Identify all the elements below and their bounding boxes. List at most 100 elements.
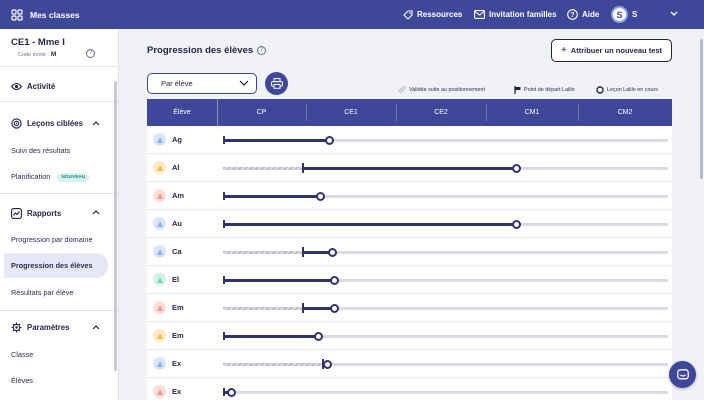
sidebar-item-planification[interactable]: Planification NOUVEAU	[11, 172, 90, 182]
avatar-shape	[156, 304, 163, 311]
table-row[interactable]: Em	[147, 294, 672, 322]
hatch-icon	[398, 86, 406, 93]
table-row[interactable]: Ex	[147, 378, 672, 400]
circle-icon	[596, 86, 604, 94]
school-code-value: M	[50, 51, 57, 58]
add-test-button[interactable]: + Attribuer un nouveau test	[551, 39, 672, 62]
table-row[interactable]: Au	[147, 210, 672, 238]
progress-fill	[223, 195, 321, 198]
class-selector[interactable]: CE1 - Mme I	[11, 37, 65, 48]
sidebar: CE1 - Mme I Code école :M ? Activité Leç…	[0, 29, 119, 400]
sidebar-item-suivi[interactable]: Suivi des résultats	[11, 146, 70, 155]
sidebar-item-activite[interactable]: Activité	[11, 82, 55, 91]
student-name[interactable]: El	[172, 275, 179, 284]
nav-invitation[interactable]: Invitation familles	[474, 10, 557, 19]
progress-fill	[223, 279, 335, 282]
sidebar-item-classe[interactable]: Classe	[11, 350, 33, 359]
student-avatar	[153, 385, 166, 398]
student-name[interactable]: Ag	[172, 135, 182, 144]
top-bar: Mes classes Ressources Invitation famill…	[0, 0, 704, 29]
table-row[interactable]: El	[147, 266, 672, 294]
current-lesson-marker[interactable]	[316, 192, 326, 201]
avatar-shape	[156, 360, 163, 367]
current-lesson-marker[interactable]	[325, 136, 335, 145]
current-lesson-marker[interactable]	[512, 164, 522, 173]
page-title: Progression des élèves?	[147, 45, 267, 56]
sidebar-section-lecons[interactable]: Leçons ciblées	[11, 118, 83, 129]
current-lesson-marker[interactable]	[327, 248, 337, 257]
column-header-ce2: CE2	[434, 109, 448, 116]
brand-label: Mes classes	[30, 9, 80, 20]
column-header-eleve[interactable]: Élève	[147, 99, 217, 126]
scroll-thumb[interactable]	[700, 39, 703, 179]
help-circle-icon: ?	[567, 9, 578, 20]
chart-icon	[11, 208, 22, 219]
student-avatar	[153, 133, 166, 146]
help-icon[interactable]: ?	[86, 49, 95, 58]
sidebar-scrollbar[interactable]	[114, 81, 117, 371]
sidebar-section-rapports[interactable]: Rapports	[11, 208, 61, 219]
chevron-down-icon[interactable]	[670, 11, 678, 17]
table-row[interactable]: Am	[147, 182, 672, 210]
gear-icon	[11, 322, 22, 333]
student-name[interactable]: Am	[172, 191, 184, 200]
student-name[interactable]: Ca	[172, 247, 182, 256]
student-avatar	[153, 245, 166, 258]
brand-link[interactable]: Mes classes	[11, 8, 80, 21]
student-name[interactable]: Em	[172, 331, 184, 340]
divider	[0, 193, 119, 194]
chevron-up-icon[interactable]	[92, 325, 100, 330]
table-row[interactable]: Em	[147, 322, 672, 350]
student-name[interactable]: Al	[172, 163, 180, 172]
legend-label: Leçon Lalilo en cours	[607, 87, 658, 93]
column-header-cm2: CM2	[617, 109, 633, 116]
student-name[interactable]: Ex	[172, 387, 181, 396]
nav-ressources[interactable]: Ressources	[403, 9, 462, 20]
current-lesson-marker[interactable]	[512, 220, 522, 229]
current-lesson-marker[interactable]	[329, 304, 339, 313]
legend-current: Leçon Lalilo en cours	[596, 86, 658, 94]
student-name[interactable]: Au	[172, 219, 182, 228]
student-avatar	[153, 329, 166, 342]
sidebar-item-progression-domaine[interactable]: Progression par domaine	[11, 235, 93, 244]
student-avatar	[153, 273, 166, 286]
divider	[0, 310, 119, 311]
page-scrollbar[interactable]	[699, 29, 704, 400]
current-lesson-marker[interactable]	[226, 388, 236, 397]
target-icon	[11, 118, 22, 129]
user-menu[interactable]: S S	[611, 6, 637, 23]
help-icon[interactable]: ?	[257, 46, 267, 55]
chat-button[interactable]	[669, 361, 696, 388]
sidebar-item-eleves[interactable]: Élèves	[11, 376, 33, 385]
nav-aide-label: Aide	[582, 10, 600, 19]
student-avatar	[153, 301, 166, 314]
current-lesson-marker[interactable]	[323, 360, 333, 369]
chevron-up-icon[interactable]	[92, 121, 100, 126]
sidebar-item-resultats-eleve[interactable]: Résultats par élève	[11, 288, 73, 297]
current-lesson-marker[interactable]	[314, 332, 324, 341]
table-row[interactable]: Ex	[147, 350, 672, 378]
table-row[interactable]: Ag	[147, 126, 672, 154]
legend-label: Point de départ Lalilo	[524, 87, 575, 93]
nav-aide[interactable]: ? Aide	[567, 9, 599, 20]
tag-icon	[403, 9, 413, 20]
print-button[interactable]	[265, 72, 288, 95]
student-name[interactable]: Em	[172, 303, 184, 312]
school-code-label: Code école :	[18, 52, 49, 58]
avatar-shape	[156, 388, 163, 395]
view-select-value: Par élève	[161, 79, 193, 88]
table-row[interactable]: Ca	[147, 238, 672, 266]
column-header-ce1: CE1	[344, 109, 358, 116]
sidebar-section-parametres[interactable]: Paramètres	[11, 322, 69, 333]
validated-segment	[223, 167, 304, 170]
sidebar-item-progression-eleves[interactable]: Progression des élèves	[4, 253, 108, 278]
avatar-shape	[156, 332, 163, 339]
student-rows: Ag Al Am Au Ca El Em Em Ex Ex	[147, 126, 672, 400]
student-name[interactable]: Ex	[172, 359, 181, 368]
view-select[interactable]: Par élève	[147, 73, 257, 94]
validated-segment	[223, 307, 304, 310]
table-row[interactable]: Al	[147, 154, 672, 182]
column-header-cm1: CM1	[524, 109, 540, 116]
chevron-up-icon[interactable]	[92, 210, 100, 215]
current-lesson-marker[interactable]	[329, 276, 339, 285]
